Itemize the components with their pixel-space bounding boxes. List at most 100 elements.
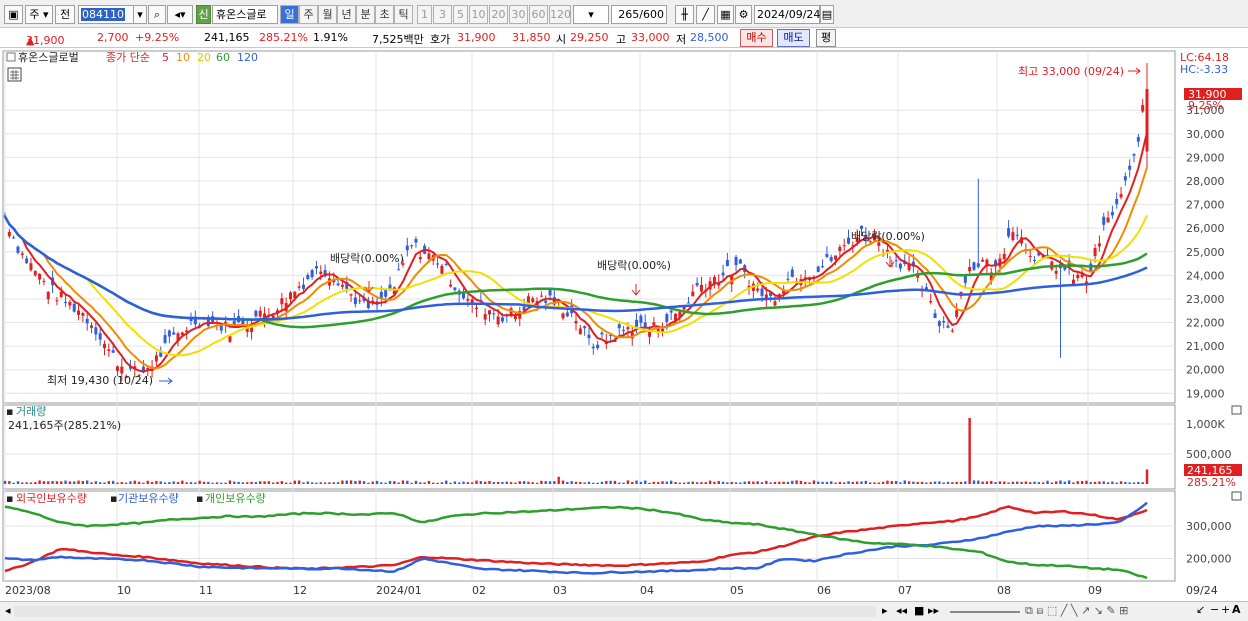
candle-body [1115, 198, 1119, 205]
period-button-6[interactable]: 틱 [394, 5, 413, 24]
volume-bar [483, 481, 487, 484]
volume-bar [1137, 482, 1140, 484]
x-tick-label: 09 [1088, 584, 1102, 597]
volume-bar [825, 481, 829, 484]
volume-bar [42, 481, 46, 484]
period-button-4[interactable]: 분 [356, 5, 375, 24]
table-toggle-icon[interactable] [7, 67, 22, 82]
grid-icon[interactable]: ▦ [717, 5, 734, 24]
zoom-slider[interactable] [950, 611, 1020, 613]
volume-bar [29, 482, 33, 484]
candle-body [310, 270, 314, 278]
sound-icon[interactable]: ◂▾ [167, 5, 193, 24]
period-button-2[interactable]: 월 [318, 5, 337, 24]
volume-bar [1016, 481, 1019, 484]
buy-button[interactable]: 매수 [740, 29, 773, 47]
scroll-left-icon[interactable]: ◂ [5, 604, 11, 617]
candle-body [1132, 154, 1136, 156]
font-size-icon[interactable]: A [1232, 603, 1241, 616]
volume-bar [985, 481, 989, 484]
scroll-track[interactable] [14, 606, 876, 617]
volume-bar [47, 481, 50, 484]
calendar-icon[interactable]: ▤ [820, 5, 834, 24]
dividend-note-1: 배당락(0.00%) [330, 252, 404, 265]
compare-icon[interactable]: ╱ [696, 5, 715, 24]
volume-bar [743, 481, 746, 484]
interval-button-5[interactable]: 5 [453, 5, 468, 24]
code-dropdown-icon[interactable]: ▾ [133, 5, 147, 24]
gear-icon[interactable]: ⚙ [735, 5, 752, 24]
volume-bar [864, 480, 868, 484]
price-tick-label: 23,000 [1186, 293, 1225, 306]
volume-bar [990, 480, 993, 484]
toolbar-icons[interactable]: ⧉ ⧈ ⬚ ╱ ╲ ↗ ↘ ✎ ⊞ [1025, 604, 1128, 618]
volume-bar [1145, 469, 1149, 484]
x-tick-label: 06 [817, 584, 831, 597]
interval-button-30[interactable]: 30 [509, 5, 528, 24]
interval-button-60[interactable]: 60 [529, 5, 548, 24]
search-icon[interactable]: ⌕ [148, 5, 166, 24]
bottom-scrollbar[interactable]: ◂ ▸ ◂◂ ■ ▸▸ ⧉ ⧈ ⬚ ╱ ╲ ↗ ↘ ✎ ⊞ ↙ − + A [0, 601, 1248, 621]
high-annotation: 최고 33,000 (09/24) [1018, 65, 1124, 78]
sell-button[interactable]: 매도 [777, 29, 810, 47]
zoom-out-icon[interactable]: ↙ [1196, 603, 1205, 616]
candle-body [665, 314, 669, 322]
period-button-5[interactable]: 초 [375, 5, 394, 24]
minus-icon[interactable]: − [1210, 603, 1219, 616]
volume-bar [977, 480, 980, 484]
volume-bar [496, 481, 500, 484]
stock-chart[interactable]: 31,00030,00029,00028,00027,00026,00025,0… [0, 48, 1248, 601]
stock-name-field[interactable]: 휴온스글로 [212, 5, 278, 24]
volume-bar [799, 480, 803, 484]
rewind-icon[interactable]: ◂◂ [896, 604, 907, 617]
period-button-3[interactable]: 년 [337, 5, 356, 24]
candle-body [115, 366, 119, 371]
interval-button-3[interactable]: 3 [433, 5, 452, 24]
interval-button-1[interactable]: 1 [417, 5, 432, 24]
candle-icon[interactable]: ╫ [675, 5, 694, 24]
candle-body [46, 291, 50, 300]
interval-button-10[interactable]: 10 [469, 5, 488, 24]
stock-type-select[interactable]: 주 ▾ [25, 5, 53, 24]
volume-bar [665, 481, 669, 484]
period-button-0[interactable]: 일 [280, 5, 299, 24]
chart-area[interactable]: 31,000 30,000 29,000 28,000 27,000 26,000 25,0… [0, 48, 1248, 601]
price-tick-label: 20,000 [1186, 364, 1225, 377]
candle-body [725, 259, 729, 267]
date-field[interactable]: 2024/09/24 [754, 5, 820, 24]
stop-icon[interactable]: ■ [914, 604, 924, 617]
candle-body [38, 273, 42, 280]
count-field[interactable]: 265/600 [611, 5, 667, 24]
volume-bar [561, 480, 565, 484]
count-select[interactable]: ▾ [573, 5, 609, 24]
code-input[interactable]: 084110 [78, 5, 134, 24]
candle-body [414, 238, 418, 243]
volume-bar [458, 482, 461, 484]
scroll-right-icon[interactable]: ▸ [882, 604, 888, 617]
volume-panel-close-icon[interactable] [1231, 405, 1242, 415]
candle-body [487, 310, 491, 315]
eval-button[interactable]: 평 [816, 29, 836, 47]
candle-body [626, 327, 630, 330]
interval-button-20[interactable]: 20 [489, 5, 508, 24]
candle-body [937, 321, 941, 327]
interval-button-120[interactable]: 120 [549, 5, 571, 24]
holdings-panel-close-icon[interactable] [1231, 491, 1242, 501]
volume-bar [760, 482, 764, 484]
legend-toggle-icon[interactable] [6, 52, 16, 62]
volume-bar [103, 482, 106, 484]
period-button-1[interactable]: 주 [299, 5, 318, 24]
prev-button[interactable]: 전 [55, 5, 75, 24]
layout-icon[interactable]: ▣ [4, 5, 23, 24]
volume-bar [717, 481, 720, 484]
volume-bar [358, 480, 361, 484]
volume-bar [873, 482, 876, 484]
forward-icon[interactable]: ▸▸ [928, 604, 939, 617]
volume-bar [1106, 482, 1110, 484]
plus-icon[interactable]: + [1221, 603, 1230, 616]
volume-bar [730, 482, 733, 484]
volume-bar [470, 482, 474, 484]
volume-bar [254, 482, 258, 484]
volume-bar [51, 481, 54, 484]
volume-bar [557, 476, 560, 484]
